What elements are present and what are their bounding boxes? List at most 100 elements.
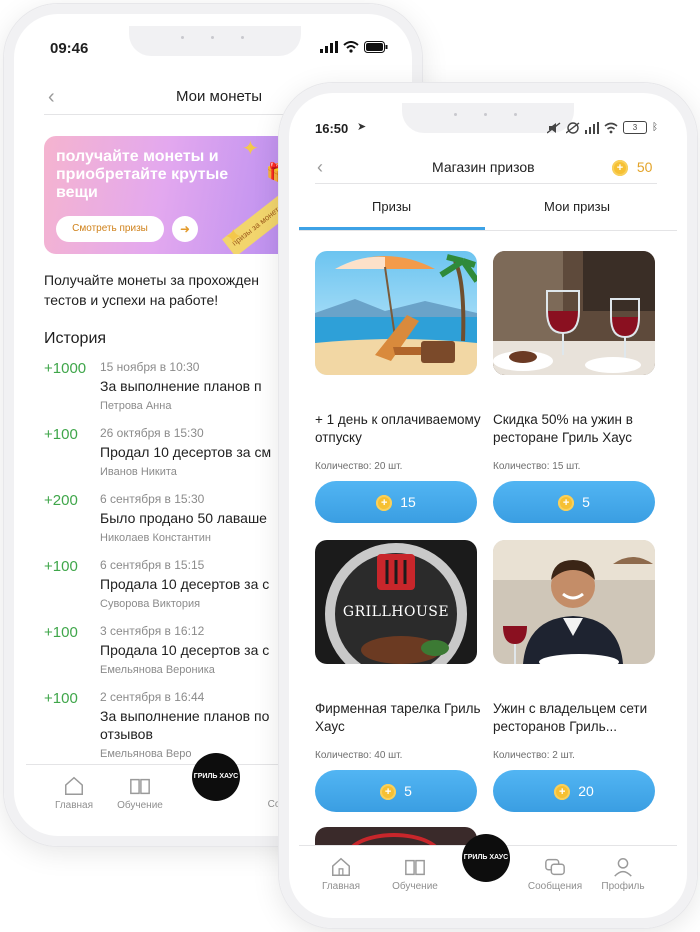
prize-price: 5: [404, 783, 412, 799]
prize-price: 20: [578, 783, 594, 799]
promo-banner[interactable]: получайте монеты и приобретайте крутые в…: [44, 136, 306, 254]
chat-icon: [545, 858, 565, 876]
book-icon: [405, 859, 425, 876]
book-icon: [130, 778, 150, 795]
profile-icon: [614, 858, 632, 877]
history-date: 2 сентября в 16:44: [100, 690, 205, 704]
history-author: Иванов Никита: [100, 466, 177, 478]
history-title-text: Было продано 50 лаваше: [100, 510, 267, 526]
prize-quantity: Количество: 2 шт.: [493, 750, 575, 761]
tab-home[interactable]: Главная: [42, 775, 106, 811]
back-icon[interactable]: ‹: [48, 86, 55, 109]
coin-balance: + 50: [612, 159, 653, 177]
history-date: 6 сентября в 15:30: [100, 492, 205, 506]
history-title-text: Продала 10 десертов за с: [100, 642, 270, 658]
coin-icon: +: [554, 784, 571, 801]
history-title-text: Продал 10 десертов за см: [100, 444, 272, 460]
alarm-icon: [566, 121, 580, 134]
home-icon: [332, 857, 350, 876]
status-time: 09:46: [50, 40, 89, 57]
history-title-text: За выполнение планов п: [100, 378, 262, 394]
battery-icon: 3: [623, 121, 647, 134]
beach-image: [315, 251, 477, 375]
history-date: 26 октября в 15:30: [100, 426, 204, 440]
prize-quantity: Количество: 15 шт.: [493, 461, 581, 472]
prize-store-screen: 16:50 ➤ 3 ᛒ ‹ Магазин призов + 50 Призы …: [299, 103, 677, 909]
history-author: Петрова Анна: [100, 400, 172, 412]
tab-label: Обучение: [117, 800, 163, 811]
tab-home[interactable]: Главная: [309, 856, 373, 892]
page-title: Мои монеты: [176, 88, 262, 105]
status-icons: 3 ᛒ: [547, 121, 658, 134]
coin-icon: +: [376, 495, 393, 512]
history-date: 3 сентября в 16:12: [100, 624, 205, 638]
divider: [315, 183, 657, 184]
mute-icon: [547, 121, 561, 134]
coin-icon: +: [380, 784, 397, 801]
buy-prize-button[interactable]: +20: [493, 770, 655, 812]
history-amount: +100: [44, 690, 78, 707]
history-amount: +100: [44, 624, 78, 641]
history-date: 6 сентября в 15:15: [100, 558, 205, 572]
prize-title: Скидка 50% на ужин в ресторане Гриль Хау…: [493, 412, 633, 445]
tab-label: Главная: [54, 800, 94, 811]
history-title-text: отзывов: [100, 726, 153, 742]
coin-icon: +: [558, 495, 575, 512]
banner-text: получайте монеты и приобретайте крутые в…: [56, 148, 229, 201]
sparkle-icon: ✦: [224, 224, 243, 249]
divider: [299, 230, 677, 231]
tab-profile[interactable]: Профиль: [591, 856, 655, 892]
status-icons: [320, 41, 388, 53]
home-icon: [65, 776, 83, 795]
segment-tabs: Призы Мои призы: [299, 199, 677, 229]
wifi-icon: [343, 41, 359, 53]
signal-icon: [585, 121, 599, 134]
telegram-icon: ➤: [357, 121, 367, 133]
history-author: Емельянова Веро: [100, 748, 192, 760]
grillhouse-logo-text: GRILLHOUSE: [342, 604, 450, 620]
wifi-icon: [604, 122, 618, 133]
restaurant-logo[interactable]: ГРИЛЬ ХАУС: [192, 753, 240, 801]
history-title-text: Продала 10 десертов за с: [100, 576, 270, 592]
history-author: Емельянова Вероника: [100, 664, 215, 676]
history-title: История: [44, 330, 107, 347]
sparkle-icon: ✦: [242, 138, 259, 160]
owner-dinner-image: [493, 540, 655, 664]
status-time: 16:50: [315, 121, 349, 136]
coin-icon: +: [612, 160, 628, 177]
restaurant-logo[interactable]: ГРИЛЬ ХАУС: [462, 834, 510, 882]
signal-icon: [320, 41, 338, 53]
history-amount: +1000: [44, 360, 87, 377]
tab-label: Профиль: [601, 881, 645, 892]
phone-frame-front: 16:50 ➤ 3 ᛒ ‹ Магазин призов + 50 Призы …: [279, 83, 697, 928]
back-icon[interactable]: ‹: [317, 157, 323, 178]
tab-learning[interactable]: Обучение: [383, 856, 447, 892]
battery-icon: [364, 41, 388, 53]
history-title-text: За выполнение планов по: [100, 708, 270, 724]
tab-bar: Главная Обучение ГРИЛЬ ХАУС Сообщения Пр…: [299, 834, 677, 909]
tab-prizes[interactable]: Призы: [372, 199, 411, 214]
tab-learning[interactable]: Обучение: [108, 775, 172, 811]
prize-quantity: Количество: 20 шт.: [315, 461, 403, 472]
arrow-right-icon[interactable]: ➜: [172, 216, 198, 242]
tab-my-prizes[interactable]: Мои призы: [544, 199, 610, 214]
page-title: Магазин призов: [432, 159, 535, 175]
history-author: Суворова Виктория: [100, 598, 201, 610]
balance-value: 50: [636, 159, 653, 175]
dinner-image: [493, 251, 655, 375]
view-prizes-button[interactable]: Смотреть призы: [56, 216, 164, 242]
prize-title: Ужин с владельцем сети ресторанов Гриль.…: [493, 701, 648, 734]
tab-messages[interactable]: Сообщения: [523, 856, 587, 892]
prize-title: + 1 день к оплачиваемому отпуску: [315, 412, 481, 445]
tab-label: Сообщения: [527, 881, 583, 892]
history-date: 15 ноября в 10:30: [100, 360, 200, 374]
grillhouse-plate-image: GRILLHOUSE: [315, 540, 477, 664]
history-amount: +100: [44, 426, 78, 443]
prize-price: 15: [400, 494, 416, 510]
bluetooth-icon: ᛒ: [652, 122, 658, 133]
history-amount: +100: [44, 558, 78, 575]
history-author: Николаев Константин: [100, 532, 211, 544]
buy-prize-button[interactable]: +5: [315, 770, 477, 812]
buy-prize-button[interactable]: +5: [493, 481, 655, 523]
buy-prize-button[interactable]: +15: [315, 481, 477, 523]
